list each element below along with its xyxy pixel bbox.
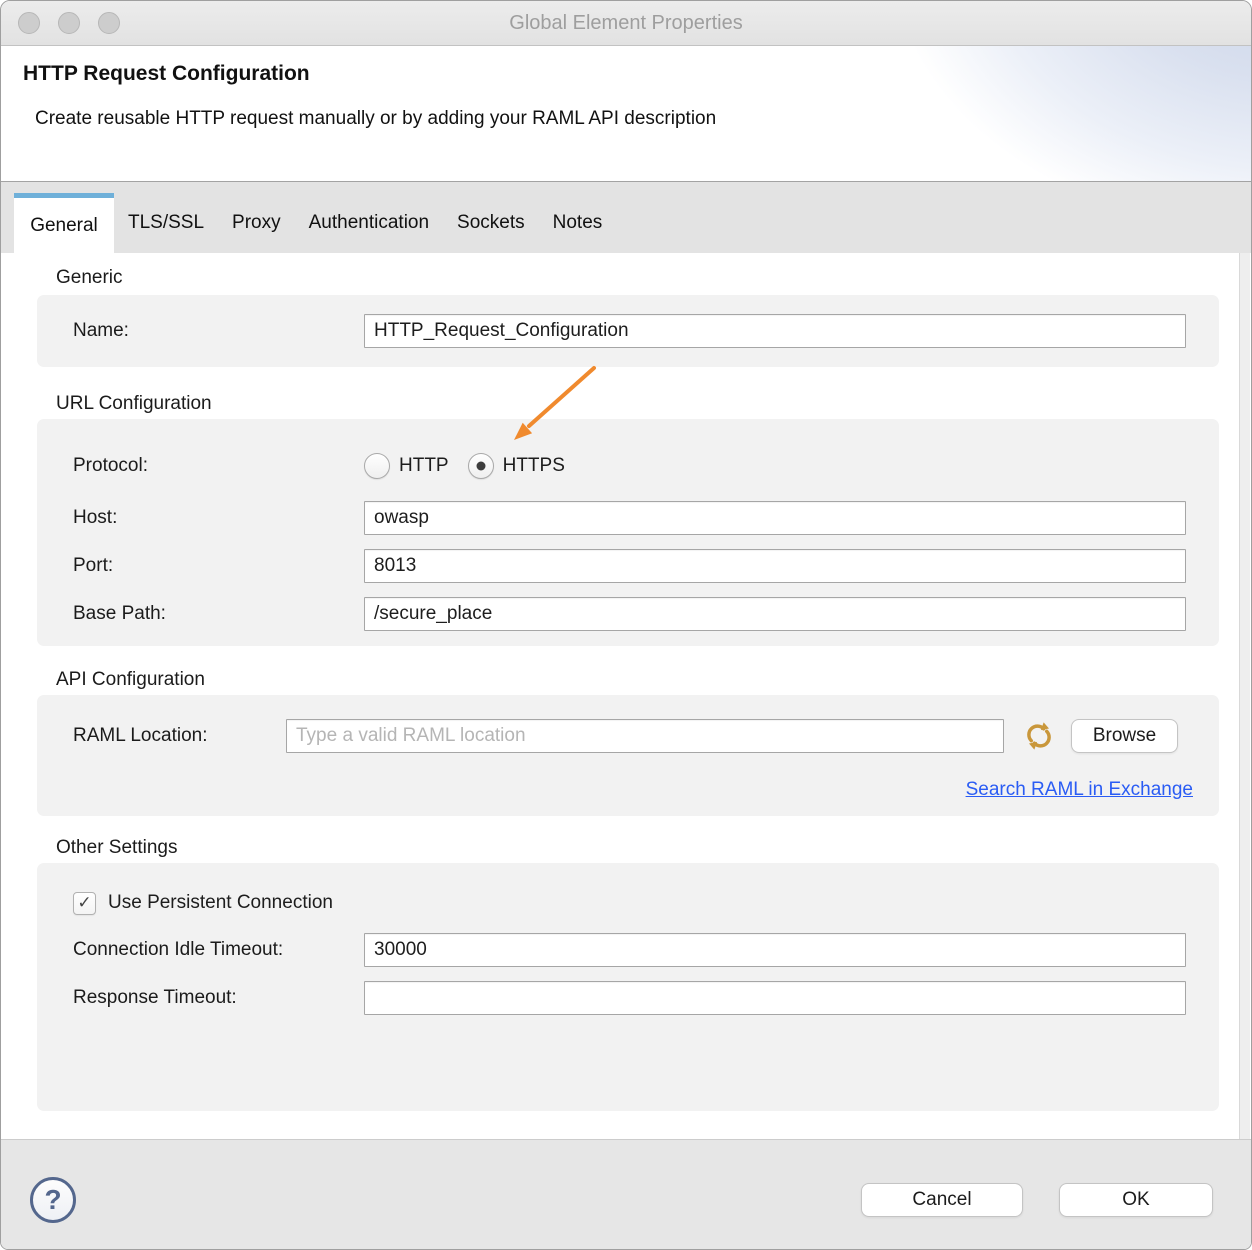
section-title-url-configuration: URL Configuration [56, 393, 212, 415]
page-description: Create reusable HTTP request manually or… [35, 108, 716, 130]
host-input[interactable] [364, 501, 1186, 535]
tab-tls-ssl[interactable]: TLS/SSL [114, 212, 218, 234]
radio-http-label: HTTP [399, 455, 449, 477]
name-label: Name: [73, 320, 364, 342]
name-input[interactable] [364, 314, 1186, 348]
tab-bar: General TLS/SSL Proxy Authentication Soc… [1, 182, 1251, 253]
connection-idle-timeout-input[interactable] [364, 933, 1186, 967]
use-persistent-connection-checkbox[interactable]: ✓ [73, 892, 96, 915]
refresh-raml-icon[interactable] [1023, 720, 1055, 752]
response-timeout-input[interactable] [364, 981, 1186, 1015]
window-title: Global Element Properties [1, 1, 1251, 46]
base-path-input[interactable] [364, 597, 1186, 631]
panel-api-configuration: RAML Location: Browse Search RAML in Exc… [37, 695, 1219, 816]
tab-proxy[interactable]: Proxy [218, 212, 295, 234]
browse-button[interactable]: Browse [1071, 719, 1178, 753]
dialog-footer: ? Cancel OK [1, 1139, 1251, 1249]
tab-general[interactable]: General [14, 193, 114, 253]
ok-button[interactable]: OK [1059, 1183, 1213, 1217]
dialog-window: Global Element Properties HTTP Request C… [0, 0, 1252, 1250]
scrollbar-track[interactable] [1239, 253, 1250, 1141]
titlebar: Global Element Properties [1, 1, 1251, 46]
port-label: Port: [73, 555, 364, 577]
search-raml-exchange-link[interactable]: Search RAML in Exchange [966, 779, 1193, 801]
tab-notes[interactable]: Notes [539, 212, 617, 234]
base-path-label: Base Path: [73, 603, 364, 625]
radio-https[interactable] [468, 453, 494, 479]
panel-other-settings: ✓ Use Persistent Connection Connection I… [37, 863, 1219, 1111]
raml-location-label: RAML Location: [73, 725, 286, 747]
cancel-button[interactable]: Cancel [861, 1183, 1023, 1217]
help-icon[interactable]: ? [30, 1177, 76, 1223]
panel-url-configuration: Protocol: HTTP HTTPS Host: Port: Base Pa… [37, 419, 1219, 646]
page-title: HTTP Request Configuration [23, 62, 310, 86]
connection-idle-timeout-label: Connection Idle Timeout: [73, 939, 364, 961]
use-persistent-connection-label: Use Persistent Connection [108, 892, 333, 914]
raml-location-input[interactable] [286, 719, 1004, 753]
radio-http[interactable] [364, 453, 390, 479]
section-title-other-settings: Other Settings [56, 837, 177, 859]
tab-sockets[interactable]: Sockets [443, 212, 539, 234]
tab-authentication[interactable]: Authentication [295, 212, 443, 234]
dialog-header: HTTP Request Configuration Create reusab… [1, 46, 1251, 182]
radio-https-label: HTTPS [503, 455, 565, 477]
section-title-generic: Generic [56, 267, 123, 289]
protocol-radio-group: HTTP HTTPS [364, 453, 565, 479]
host-label: Host: [73, 507, 364, 529]
panel-generic: Name: [37, 295, 1219, 367]
response-timeout-label: Response Timeout: [73, 987, 364, 1009]
section-title-api-configuration: API Configuration [56, 669, 205, 691]
protocol-label: Protocol: [73, 455, 364, 477]
port-input[interactable] [364, 549, 1186, 583]
